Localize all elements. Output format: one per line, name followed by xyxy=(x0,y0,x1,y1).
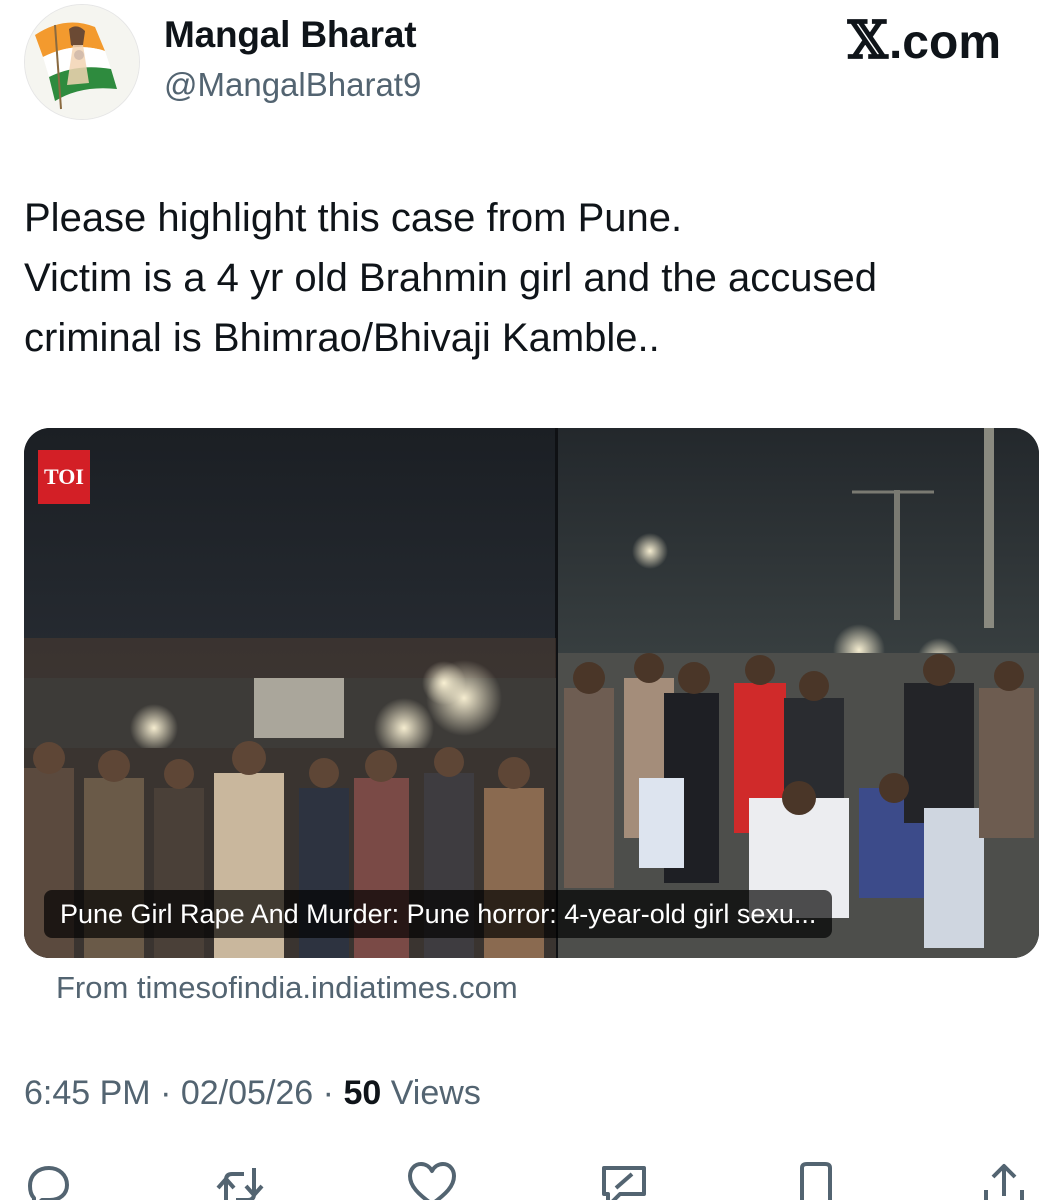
tweet-line: Victim is a 4 yr old Brahmin girl and th… xyxy=(24,256,877,300)
link-preview-card[interactable]: TOI Pune Girl Rape And Murder: Pune horr… xyxy=(24,428,1039,958)
bookmark-button[interactable] xyxy=(790,1160,842,1200)
tweet-header: Mangal Bharat @MangalBharat9 𝕏 .com xyxy=(0,0,1063,130)
repost-button[interactable] xyxy=(214,1160,266,1200)
x-logo-icon: 𝕏 xyxy=(847,10,888,71)
tweet-text: Please highlight this case from Pune. Vi… xyxy=(24,188,1024,368)
bookmark-icon xyxy=(800,1162,832,1200)
avatar-image xyxy=(25,5,139,119)
meta-separator: · xyxy=(160,1074,172,1112)
views-label: Views xyxy=(390,1074,481,1112)
tweet-date[interactable]: 02/05/26 xyxy=(181,1074,313,1112)
grok-button[interactable] xyxy=(598,1160,650,1200)
share-button[interactable] xyxy=(978,1160,1030,1200)
meta-separator: · xyxy=(322,1074,334,1112)
share-icon xyxy=(984,1164,1024,1200)
card-image xyxy=(24,428,1039,958)
tweet-metadata: 6:45 PM · 02/05/26 · 50 Views xyxy=(24,1074,481,1113)
like-icon xyxy=(408,1162,456,1200)
display-name[interactable]: Mangal Bharat xyxy=(164,14,417,56)
user-handle[interactable]: @MangalBharat9 xyxy=(164,66,421,104)
x-brand-logo: 𝕏 .com xyxy=(848,10,1001,71)
toi-logo: TOI xyxy=(38,450,90,504)
reply-icon xyxy=(28,1166,69,1200)
tweet-time[interactable]: 6:45 PM xyxy=(24,1074,151,1112)
card-source-link[interactable]: From timesofindia.indiatimes.com xyxy=(56,970,518,1006)
grok-icon xyxy=(602,1166,646,1200)
tweet-action-bar xyxy=(0,1148,1063,1200)
like-button[interactable] xyxy=(406,1160,458,1200)
tweet-line: Please highlight this case from Pune. xyxy=(24,196,683,240)
repost-icon xyxy=(216,1168,264,1200)
avatar[interactable] xyxy=(24,4,140,120)
tweet-line: criminal is Bhimrao/Bhivaji Kamble.. xyxy=(24,316,660,360)
reply-button[interactable] xyxy=(22,1160,74,1200)
brand-suffix: .com xyxy=(888,16,1001,69)
views-count: 50 xyxy=(343,1074,382,1112)
card-title[interactable]: Pune Girl Rape And Murder: Pune horror: … xyxy=(44,890,833,938)
